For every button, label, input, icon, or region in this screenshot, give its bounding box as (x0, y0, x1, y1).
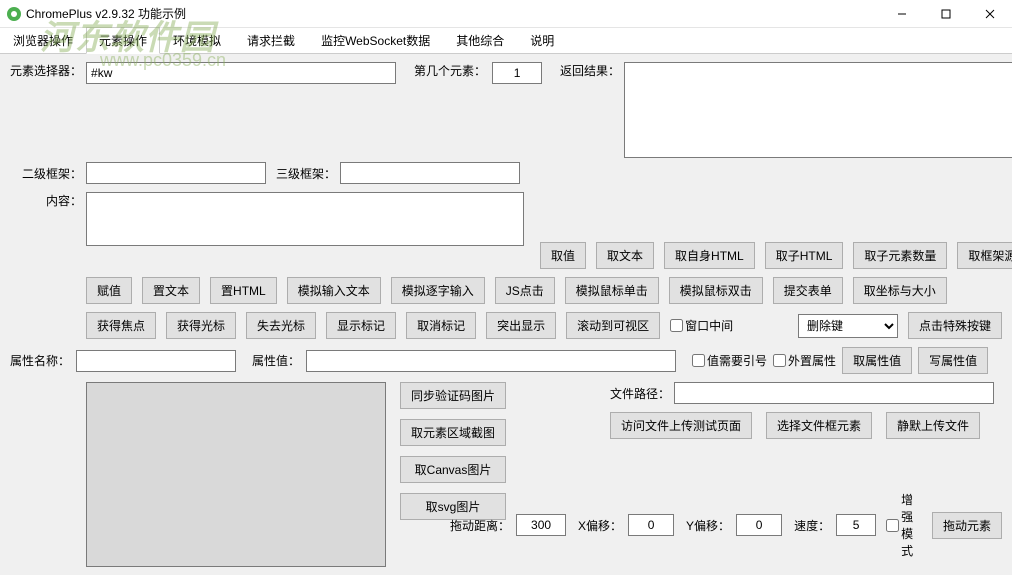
frame3-input[interactable] (340, 162, 520, 184)
content-textarea[interactable] (86, 192, 524, 246)
titlebar: ChromePlus v2.9.32 功能示例 (0, 0, 1012, 28)
tab-websocket[interactable]: 监控WebSocket数据 (308, 27, 443, 53)
attr-value-input[interactable] (306, 350, 676, 372)
drag-distance-input[interactable] (516, 514, 566, 536)
external-attr-checkbox[interactable]: 外置属性 (773, 352, 836, 369)
tab-browser[interactable]: 浏览器操作 (0, 27, 86, 53)
drag-distance-label: 拖动距离： (450, 517, 510, 534)
result-label: 返回结果： (560, 62, 620, 79)
file-path-label: 文件路径： (610, 385, 670, 402)
set-html-button[interactable]: 置HTML (210, 277, 277, 304)
sim-single-click-button[interactable]: 模拟鼠标单击 (565, 277, 659, 304)
get-child-html-button[interactable]: 取子HTML (765, 242, 844, 269)
get-own-html-button[interactable]: 取自身HTML (664, 242, 755, 269)
get-child-count-button[interactable]: 取子元素数量 (853, 242, 947, 269)
frame2-label: 二级框架： (22, 167, 82, 181)
scroll-into-view-button[interactable]: 滚动到可视区 (566, 312, 660, 339)
selector-label: 元素选择器： (10, 62, 82, 79)
get-frame-source-button[interactable]: 取框架源码 (957, 242, 1012, 269)
frame2-input[interactable] (86, 162, 266, 184)
press-special-key-button[interactable]: 点击特殊按键 (908, 312, 1002, 339)
set-text-button[interactable]: 置文本 (142, 277, 200, 304)
visit-upload-test-button[interactable]: 访问文件上传测试页面 (610, 412, 752, 439)
lose-focus-button[interactable]: 失去光标 (246, 312, 316, 339)
selector-input[interactable] (86, 62, 396, 84)
js-click-button[interactable]: JS点击 (495, 277, 555, 304)
tab-request[interactable]: 请求拦截 (234, 27, 308, 53)
file-path-input[interactable] (674, 382, 994, 404)
show-mark-button[interactable]: 显示标记 (326, 312, 396, 339)
tab-env[interactable]: 环境模拟 (160, 27, 234, 53)
get-value-button[interactable]: 取值 (540, 242, 586, 269)
nth-label: 第几个元素： (414, 62, 486, 79)
window-title: ChromePlus v2.9.32 功能示例 (26, 5, 186, 22)
cancel-mark-button[interactable]: 取消标记 (406, 312, 476, 339)
x-offset-label: X偏移： (578, 517, 622, 534)
need-quote-checkbox[interactable]: 值需要引号 (692, 352, 767, 369)
get-attr-button[interactable]: 取属性值 (842, 347, 912, 374)
set-value-button[interactable]: 赋值 (86, 277, 132, 304)
minimize-button[interactable] (880, 0, 924, 28)
image-preview (86, 382, 386, 567)
get-area-shot-button[interactable]: 取元素区域截图 (400, 419, 506, 446)
nth-input[interactable] (492, 62, 542, 84)
speed-input[interactable] (836, 514, 876, 536)
highlight-button[interactable]: 突出显示 (486, 312, 556, 339)
sync-captcha-button[interactable]: 同步验证码图片 (400, 382, 506, 409)
app-icon (6, 6, 22, 22)
tab-bar: 浏览器操作 元素操作 环境模拟 请求拦截 监控WebSocket数据 其他综合 … (0, 28, 1012, 54)
attr-value-label: 属性值： (252, 352, 300, 369)
attr-name-label: 属性名称： (10, 352, 70, 369)
key-select[interactable]: 删除键 (798, 314, 898, 338)
x-offset-input[interactable] (628, 514, 674, 536)
set-attr-button[interactable]: 写属性值 (918, 347, 988, 374)
select-file-element-button[interactable]: 选择文件框元素 (766, 412, 872, 439)
close-button[interactable] (968, 0, 1012, 28)
frame3-label: 三级框架： (276, 165, 336, 182)
attr-name-input[interactable] (76, 350, 236, 372)
enhanced-mode-checkbox[interactable]: 增强模式 (886, 491, 918, 559)
get-rect-button[interactable]: 取坐标与大小 (853, 277, 947, 304)
y-offset-label: Y偏移： (686, 517, 730, 534)
main-panel: 元素选择器： 第几个元素： 返回结果： 二级框架： 三级框架： 内容： 取值 取… (0, 54, 1012, 575)
y-offset-input[interactable] (736, 514, 782, 536)
speed-label: 速度： (794, 517, 830, 534)
sim-input-button[interactable]: 模拟输入文本 (287, 277, 381, 304)
get-cursor-button[interactable]: 获得光标 (166, 312, 236, 339)
silent-upload-button[interactable]: 静默上传文件 (886, 412, 980, 439)
get-canvas-img-button[interactable]: 取Canvas图片 (400, 456, 506, 483)
get-focus-button[interactable]: 获得焦点 (86, 312, 156, 339)
tab-help[interactable]: 说明 (517, 27, 567, 53)
window-center-checkbox[interactable]: 窗口中间 (670, 317, 733, 334)
result-textarea[interactable] (624, 62, 1012, 158)
sim-type-each-button[interactable]: 模拟逐字输入 (391, 277, 485, 304)
tab-element[interactable]: 元素操作 (86, 27, 160, 54)
drag-element-button[interactable]: 拖动元素 (932, 512, 1002, 539)
maximize-button[interactable] (924, 0, 968, 28)
submit-form-button[interactable]: 提交表单 (773, 277, 843, 304)
content-label: 内容： (46, 194, 82, 208)
get-text-button[interactable]: 取文本 (596, 242, 654, 269)
tab-other[interactable]: 其他综合 (443, 27, 517, 53)
sim-double-click-button[interactable]: 模拟鼠标双击 (669, 277, 763, 304)
